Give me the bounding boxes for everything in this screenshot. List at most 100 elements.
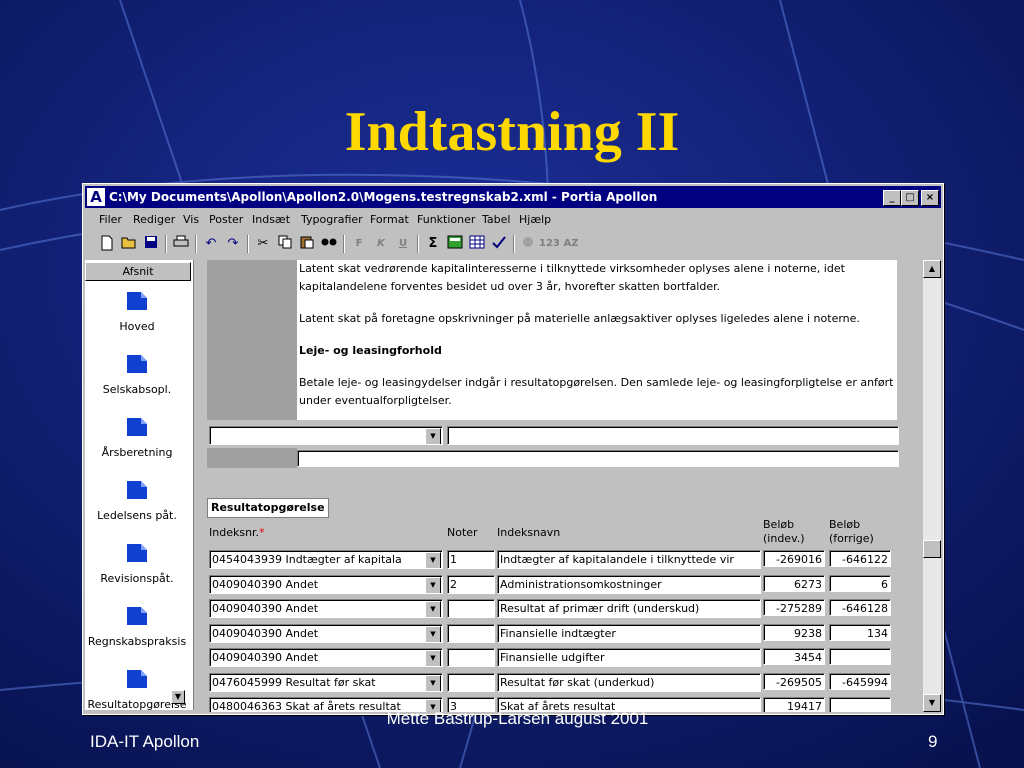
alpha-icon[interactable]: AZ — [561, 235, 581, 253]
chevron-down-icon[interactable]: ▼ — [425, 674, 441, 691]
name-field[interactable]: Finansielle udgifter — [497, 648, 761, 667]
index-dropdown[interactable]: 0409040390 Andet ▼ — [209, 623, 443, 643]
index-dropdown-text: 0476045999 Resultat før skat — [212, 675, 376, 689]
menu-typografier[interactable]: Typografier — [301, 210, 363, 230]
menu-hjaelp[interactable]: Hjælp — [519, 210, 551, 230]
index-dropdown[interactable]: 0409040390 Andet ▼ — [209, 599, 443, 618]
close-button[interactable]: × — [921, 190, 939, 206]
minimize-button[interactable]: _ — [883, 190, 901, 206]
sidebar-item-regnskabspraksis[interactable]: Regnskabspraksis — [85, 605, 189, 648]
amount-previous-field[interactable]: -646122 — [829, 550, 891, 567]
app-icon[interactable]: A — [87, 188, 105, 206]
title-bar[interactable]: A C:\My Documents\Apollon\Apollon2.0\Mog… — [85, 186, 941, 208]
name-field[interactable]: Administrationsomkostninger — [497, 574, 761, 594]
document-text[interactable]: Latent skat vedrørende kapitalinteresser… — [297, 260, 897, 420]
amount-current-field[interactable]: -275289 — [763, 599, 825, 616]
menu-indsaet[interactable]: Indsæt — [252, 210, 290, 230]
page-number: 9 — [928, 732, 938, 751]
note-field[interactable] — [447, 623, 495, 643]
sidebar-item-label: Ledelsens påt. — [97, 509, 177, 522]
sidebar-scroll-down[interactable]: ▼ — [171, 690, 185, 704]
menu-funktioner[interactable]: Funktioner — [417, 210, 475, 230]
paste-icon[interactable] — [297, 235, 317, 253]
text-input[interactable] — [297, 450, 899, 467]
chevron-down-icon[interactable]: ▼ — [425, 552, 441, 568]
amount-current-field[interactable]: -269016 — [763, 550, 825, 567]
bold-icon[interactable]: F — [349, 235, 369, 253]
index-dropdown[interactable]: 0454043939 Indtægter af kapitala ▼ — [209, 550, 443, 569]
index-dropdown[interactable]: 0476045999 Resultat før skat ▼ — [209, 672, 443, 692]
slide-title: Indtastning II — [344, 101, 680, 163]
chevron-down-icon[interactable]: ▼ — [425, 650, 441, 666]
sum-icon[interactable]: Σ — [423, 235, 443, 253]
chevron-down-icon[interactable]: ▼ — [425, 625, 441, 642]
amount-previous-field[interactable]: -646128 — [829, 599, 891, 616]
menu-filer[interactable]: Filer — [99, 210, 122, 230]
amount-current-field-text: 19417 — [787, 700, 822, 712]
name-field[interactable]: Resultat før skat (underkud) — [497, 672, 761, 692]
menu-tabel[interactable]: Tabel — [482, 210, 510, 230]
vertical-scrollbar[interactable]: ▲ ▼ — [923, 260, 941, 712]
amount-current-field[interactable]: 9238 — [763, 623, 825, 641]
name-field[interactable]: Indtægter af kapitalandele i tilknyttede… — [497, 550, 761, 569]
index-dropdown[interactable]: 0409040390 Andet ▼ — [209, 648, 443, 667]
copy-icon[interactable] — [275, 235, 295, 253]
paragraph: Latent skat vedrørende kapitalinteresser… — [299, 262, 845, 293]
amount-previous-field[interactable]: -645994 — [829, 672, 891, 690]
open-icon[interactable] — [119, 235, 139, 253]
amount-previous-field[interactable]: 6 — [829, 574, 891, 592]
sidebar-item-selskabsopl[interactable]: Selskabsopl. — [85, 353, 189, 396]
amount-current-field[interactable]: 3454 — [763, 648, 825, 665]
menu-format[interactable]: Format — [370, 210, 409, 230]
note-field[interactable]: 2 — [447, 574, 495, 594]
amount-previous-field[interactable] — [829, 697, 891, 712]
menu-poster[interactable]: Poster — [209, 210, 243, 230]
sidebar-item-ledelsens-paat[interactable]: Ledelsens påt. — [85, 479, 189, 522]
spellcheck-icon[interactable] — [489, 235, 509, 253]
maximize-button[interactable]: □ — [901, 190, 919, 206]
amount-previous-field[interactable]: 134 — [829, 623, 891, 641]
grid-title: Resultatopgørelse — [207, 498, 329, 518]
section-sidebar: Afsnit Hoved Selskabsopl. Årsberetning L… — [85, 260, 194, 710]
chevron-down-icon[interactable]: ▼ — [425, 601, 441, 617]
redo-icon[interactable]: ↷ — [223, 235, 243, 253]
menu-rediger[interactable]: Rediger — [133, 210, 175, 230]
note-field[interactable]: 1 — [447, 550, 495, 569]
save-icon[interactable] — [141, 235, 161, 253]
numeric-icon[interactable]: 123 — [539, 235, 560, 253]
name-field[interactable]: Resultat af primær drift (underskud) — [497, 599, 761, 618]
index-dropdown[interactable]: 0409040390 Andet ▼ — [209, 574, 443, 594]
cut-icon[interactable]: ✂ — [253, 235, 273, 253]
scroll-down-arrow[interactable]: ▼ — [923, 694, 941, 712]
sort-icon[interactable] — [519, 235, 539, 253]
amount-current-field[interactable]: 6273 — [763, 574, 825, 592]
find-icon[interactable] — [319, 235, 339, 253]
name-field[interactable]: Finansielle indtægter — [497, 623, 761, 643]
chevron-down-icon[interactable]: ▼ — [425, 428, 441, 444]
menu-bar: Filer Rediger Vis Poster Indsæt Typograf… — [85, 210, 941, 230]
amount-current-field[interactable]: -269505 — [763, 672, 825, 690]
new-icon[interactable] — [97, 235, 117, 253]
italic-icon[interactable]: K — [371, 235, 391, 253]
menu-vis[interactable]: Vis — [183, 210, 199, 230]
text-input[interactable] — [447, 426, 899, 445]
name-field-text: Finansielle udgifter — [500, 651, 605, 664]
sidebar-item-aarsberetning[interactable]: Årsberetning — [85, 416, 189, 459]
note-field[interactable] — [447, 672, 495, 692]
print-icon[interactable] — [171, 235, 191, 253]
style-dropdown[interactable]: ▼ — [209, 426, 443, 445]
underline-icon[interactable]: U — [393, 235, 413, 253]
note-field[interactable] — [447, 599, 495, 618]
sidebar-item-hoved[interactable]: Hoved — [85, 290, 189, 333]
amount-current-field[interactable]: 19417 — [763, 697, 825, 712]
chevron-down-icon[interactable]: ▼ — [425, 576, 441, 593]
scroll-thumb[interactable] — [923, 540, 941, 558]
note-field[interactable] — [447, 648, 495, 667]
sidebar-item-revisionspaat[interactable]: Revisionspåt. — [85, 542, 189, 585]
scroll-up-arrow[interactable]: ▲ — [923, 260, 941, 278]
calc-icon[interactable] — [445, 235, 465, 253]
amount-previous-field[interactable] — [829, 648, 891, 665]
note-field-text: 1 — [450, 553, 457, 566]
table-icon[interactable] — [467, 235, 487, 253]
undo-icon[interactable]: ↶ — [201, 235, 221, 253]
